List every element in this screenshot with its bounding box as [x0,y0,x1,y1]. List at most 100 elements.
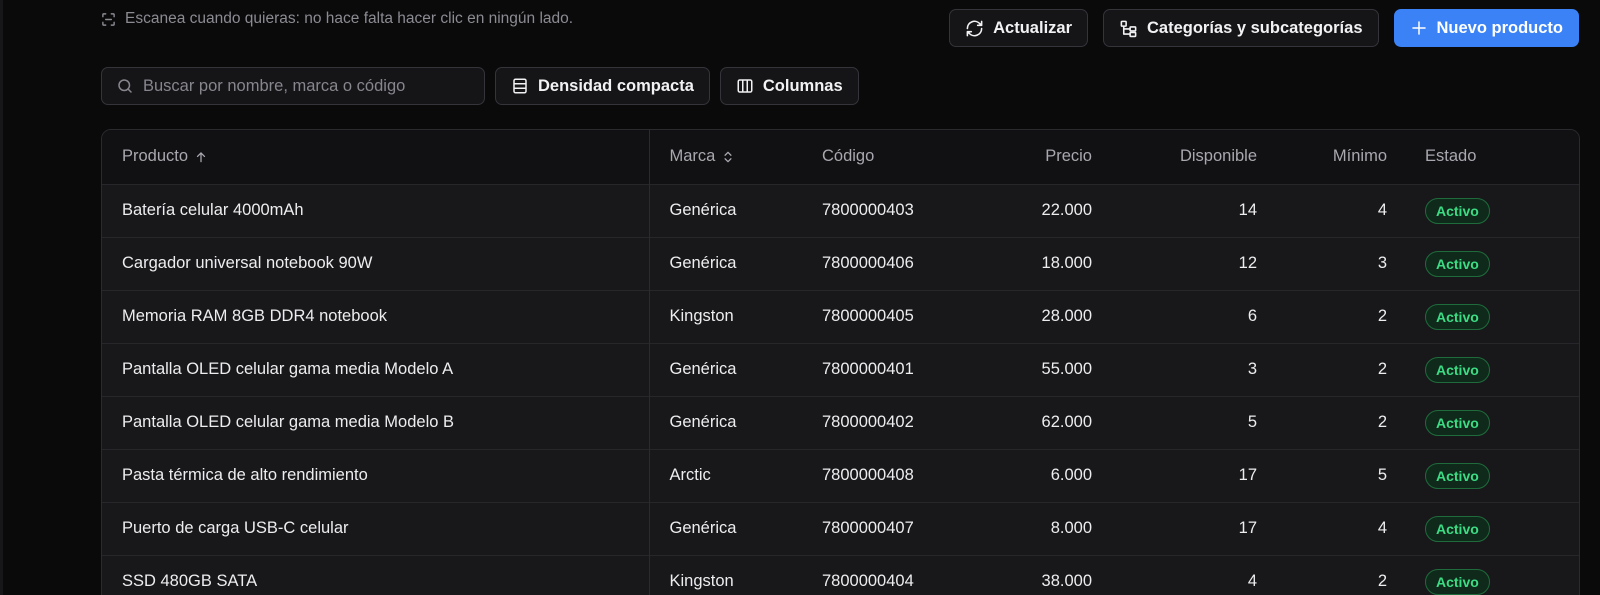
cell-minimo: 2 [1377,360,1387,378]
sort-ascending-icon [196,152,206,163]
cell-estado: Activo [1407,555,1579,595]
cell-producto: Batería celular 4000mAh [102,184,650,237]
cell-precio: 8.000 [1050,519,1092,537]
scan-icon [102,12,115,26]
cell-producto: Pasta térmica de alto rendimiento [102,449,650,502]
table-row[interactable]: Batería celular 4000mAh Genérica 7800000… [102,184,1579,237]
cell-codigo: 7800000403 [822,201,914,219]
column-header-precio: Precio [1045,147,1092,166]
cell-producto: Cargador universal notebook 90W [102,237,650,290]
table-row[interactable]: Pantalla OLED celular gama media Modelo … [102,396,1579,449]
cell-marca: Genérica [669,519,737,537]
search-icon [118,79,132,93]
cell-producto: Pantalla OLED celular gama media Modelo … [102,343,650,396]
plus-icon [1411,21,1426,35]
new-product-button[interactable]: Nuevo producto [1393,9,1579,47]
cell-codigo: 7800000407 [822,519,914,537]
status-badge: Activo [1425,303,1490,330]
table-header-row: Producto Marca Código Precio Disponible … [102,130,1579,184]
status-badge: Activo [1425,197,1490,224]
search-box[interactable] [101,67,485,105]
products-table-container: Producto Marca Código Precio Disponible … [101,129,1580,595]
cell-estado: Activo [1407,184,1579,237]
table-row[interactable]: Pantalla OLED celular gama media Modelo … [102,343,1579,396]
cell-precio: 38.000 [1041,572,1092,591]
cell-minimo: 4 [1377,201,1387,219]
columns-button[interactable]: Columnas [719,67,859,105]
cell-marca: Kingston [669,307,734,325]
table-row[interactable]: Cargador universal notebook 90W Genérica… [102,237,1579,290]
cell-minimo: 2 [1377,572,1387,591]
cell-precio: 6.000 [1050,466,1092,484]
cell-codigo: 7800000402 [822,413,914,431]
cell-minimo: 4 [1377,519,1387,537]
status-badge: Activo [1425,356,1490,383]
column-header-marca-label: Marca [669,147,716,166]
cell-marca: Genérica [669,413,737,431]
cell-precio: 22.000 [1041,201,1092,219]
table-row[interactable]: Memoria RAM 8GB DDR4 notebook Kingston 7… [102,290,1579,343]
cell-marca: Kingston [669,572,734,591]
products-table-body: Batería celular 4000mAh Genérica 7800000… [102,184,1579,595]
cell-marca: Genérica [669,254,737,272]
status-badge: Activo [1425,568,1490,595]
scan-hint-text: Escanea cuando quieras: no hace falta ha… [125,10,574,27]
status-badge: Activo [1425,515,1490,542]
column-header-producto-label: Producto [122,147,189,166]
products-table: Producto Marca Código Precio Disponible … [102,130,1579,595]
new-product-button-label: Nuevo producto [1436,18,1564,37]
columns-button-label: Columnas [762,76,843,95]
search-input[interactable] [143,76,470,96]
cell-disponible: 4 [1247,572,1257,591]
status-badge: Activo [1425,250,1490,277]
cell-producto: Puerto de carga USB-C celular [102,502,650,555]
refresh-icon [966,20,983,36]
table-row[interactable]: Puerto de carga USB-C celular Genérica 7… [102,502,1579,555]
table-row[interactable]: SSD 480GB SATA Kingston 7800000404 38.00… [102,555,1579,595]
cell-disponible: 12 [1238,254,1257,272]
cell-estado: Activo [1407,502,1579,555]
cell-marca: Genérica [669,201,737,219]
cell-disponible: 17 [1238,519,1257,537]
cell-producto: SSD 480GB SATA [102,555,650,595]
cell-disponible: 6 [1247,307,1257,325]
categories-button[interactable]: Categorías y subcategorías [1103,9,1379,47]
categories-button-label: Categorías y subcategorías [1147,18,1363,37]
scan-hint: Escanea cuando quieras: no hace falta ha… [101,10,573,28]
table-toolbar: Densidad compacta Columnas [101,67,859,105]
cell-codigo: 7800000401 [822,360,914,378]
cell-disponible: 3 [1247,360,1257,378]
cell-precio: 28.000 [1041,307,1092,325]
cell-estado: Activo [1407,237,1579,290]
column-header-marca[interactable]: Marca [649,130,802,184]
window-edge [0,0,3,595]
cell-minimo: 2 [1377,413,1387,431]
cell-estado: Activo [1407,396,1579,449]
cell-precio: 18.000 [1041,254,1092,272]
columns-icon [737,79,753,93]
sort-toggle-icon [724,151,732,163]
density-button[interactable]: Densidad compacta [495,67,710,105]
column-header-producto[interactable]: Producto [102,130,650,184]
cell-disponible: 5 [1247,413,1257,431]
category-tree-icon [1120,20,1137,37]
cell-minimo: 5 [1377,466,1387,484]
cell-disponible: 17 [1238,466,1257,484]
cell-producto: Memoria RAM 8GB DDR4 notebook [102,290,650,343]
cell-disponible: 14 [1238,201,1257,219]
table-row[interactable]: Pasta térmica de alto rendimiento Arctic… [102,449,1579,502]
column-header-codigo: Código [822,147,875,166]
refresh-button-label: Actualizar [993,18,1072,37]
cell-producto: Pantalla OLED celular gama media Modelo … [102,396,650,449]
column-header-disponible: Disponible [1179,147,1257,166]
cell-minimo: 3 [1377,254,1387,272]
cell-precio: 62.000 [1041,413,1092,431]
status-badge: Activo [1425,462,1490,489]
cell-marca: Arctic [669,466,711,484]
header-actions: Actualizar Categorías y subcategorías Nu… [949,9,1579,47]
refresh-button[interactable]: Actualizar [949,9,1088,47]
cell-codigo: 7800000404 [822,572,914,591]
cell-minimo: 2 [1377,307,1387,325]
status-badge: Activo [1425,409,1490,436]
cell-estado: Activo [1407,449,1579,502]
